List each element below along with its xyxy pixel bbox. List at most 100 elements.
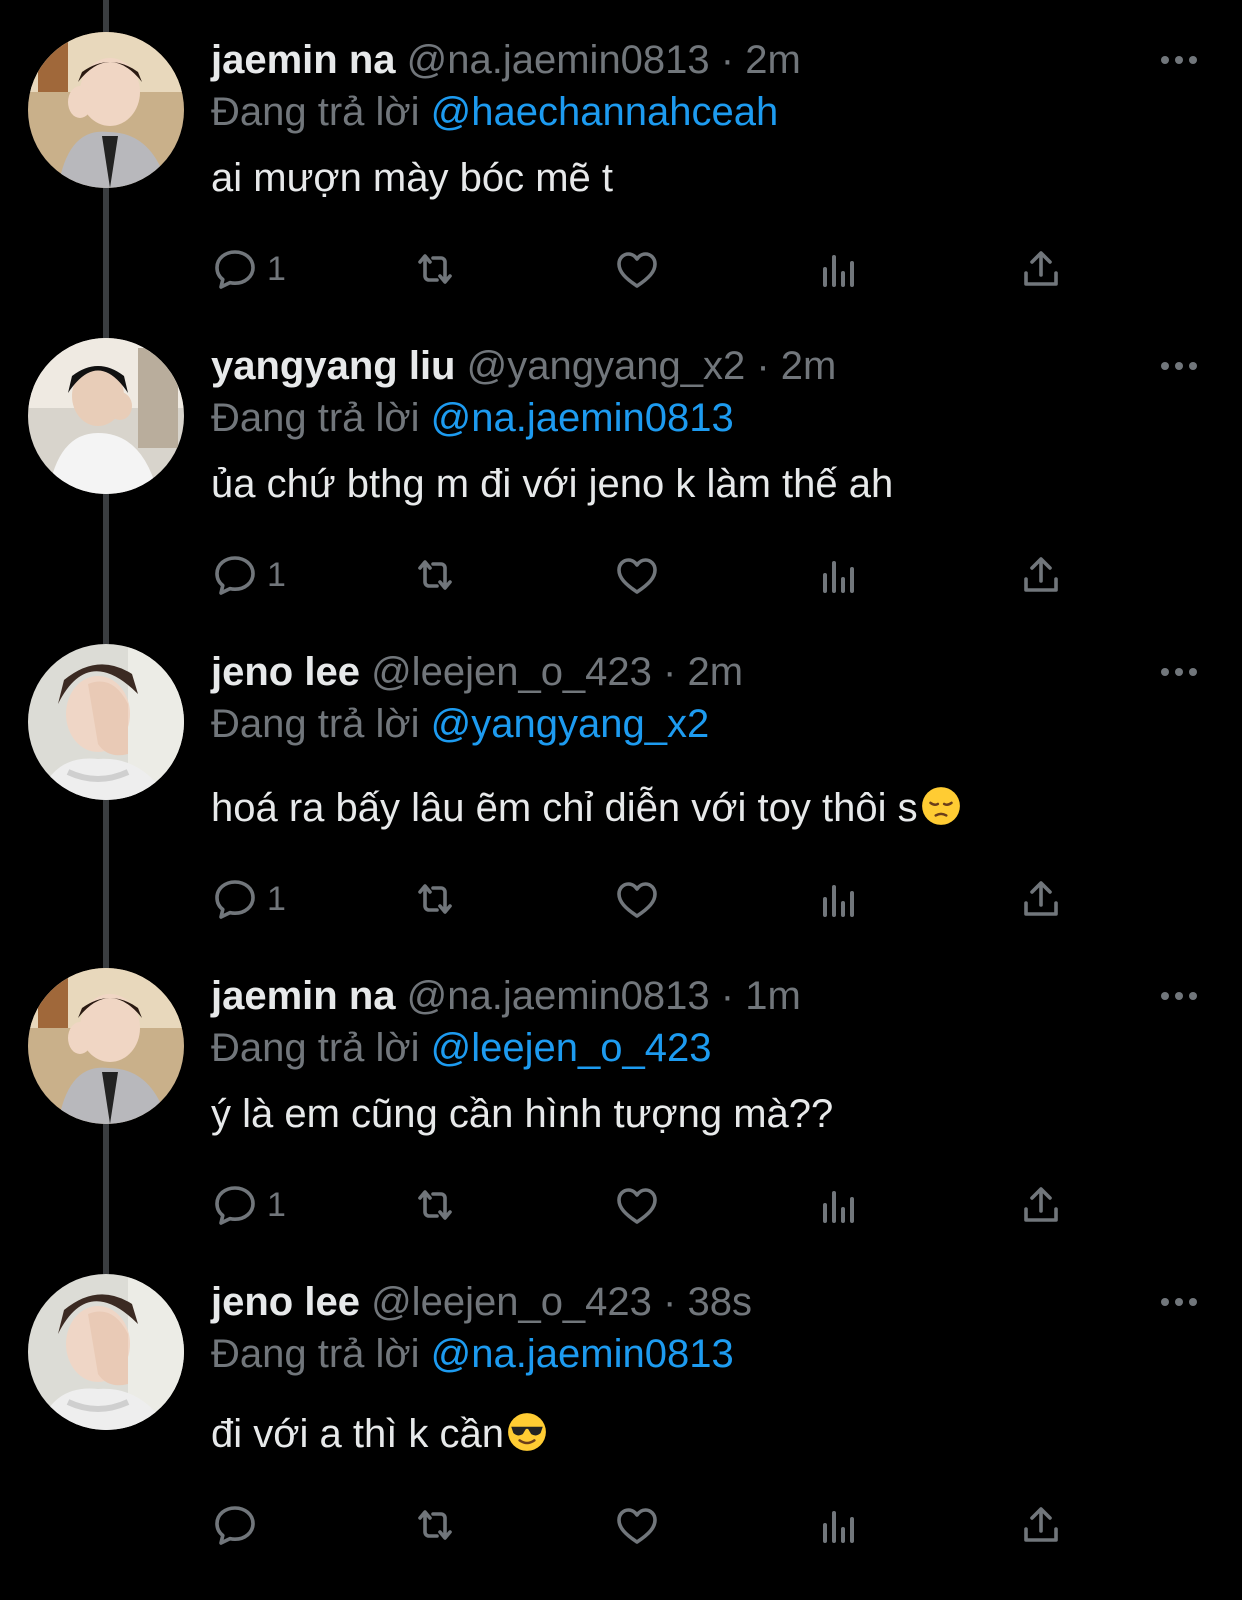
reply-count: 1 [267, 555, 286, 594]
tweet-header: jeno lee @leejen_o_423 · 2m [211, 648, 743, 696]
tweet[interactable]: jaemin na @na.jaemin0813 · 1m Đang trả l… [0, 936, 1242, 1236]
tweet-actions: 1 [211, 1180, 1111, 1230]
retweet-button[interactable] [411, 1500, 459, 1550]
reply-icon [215, 250, 255, 289]
sunglasses-face-icon [508, 1413, 546, 1451]
share-button[interactable] [1017, 1500, 1065, 1550]
separator-dot: · [663, 650, 677, 694]
tweet-actions: 1 [211, 550, 1111, 600]
tweet-text: hoá ra bấy lâu ẽm chỉ diễn với toy thôi … [211, 784, 962, 832]
views-button[interactable] [815, 550, 863, 600]
timestamp[interactable]: 2m [781, 344, 837, 388]
replying-to: Đang trả lời @haechannahceah [211, 88, 778, 136]
views-button[interactable] [815, 244, 863, 294]
separator-dot: · [663, 1280, 677, 1324]
like-icon [617, 1188, 657, 1224]
separator-dot: · [720, 974, 735, 1018]
reply-target-link[interactable]: @na.jaemin0813 [431, 1332, 734, 1376]
retweet-icon [418, 884, 452, 914]
reply-target-link[interactable]: @yangyang_x2 [431, 702, 710, 746]
more-icon[interactable] [1159, 1282, 1199, 1322]
tweet-text: ủa chứ bthg m đi với jeno k làm thế ah [211, 460, 893, 508]
retweet-icon [418, 1190, 452, 1220]
share-button[interactable] [1017, 550, 1065, 600]
tweet-text: ý là em cũng cần hình tượng mà?? [211, 1090, 833, 1138]
reply-prefix: Đang trả lời [211, 90, 420, 134]
display-name[interactable]: jaemin na [211, 38, 396, 82]
reply-button[interactable]: 1 [211, 550, 286, 600]
reply-button[interactable] [211, 1500, 267, 1550]
tweet-text: ai mượn mày bóc mẽ t [211, 154, 613, 202]
display-name[interactable]: jaemin na [211, 974, 396, 1018]
tweet-text-content: đi với a thì k cần [211, 1412, 505, 1456]
user-handle[interactable]: @leejen_o_423 [371, 1280, 652, 1324]
like-button[interactable] [613, 550, 661, 600]
views-button[interactable] [815, 1500, 863, 1550]
replying-to: Đang trả lời @na.jaemin0813 [211, 1330, 734, 1378]
avatar[interactable] [28, 968, 184, 1124]
tweet[interactable]: jaemin na @na.jaemin0813 · 2m Đang trả l… [0, 0, 1242, 300]
like-button[interactable] [613, 244, 661, 294]
like-button[interactable] [613, 1180, 661, 1230]
like-icon [617, 1508, 657, 1544]
avatar[interactable] [28, 32, 184, 188]
reply-icon [215, 556, 255, 595]
retweet-button[interactable] [411, 550, 459, 600]
reply-count: 1 [267, 1185, 286, 1224]
share-button[interactable] [1017, 874, 1065, 924]
reply-target-link[interactable]: @na.jaemin0813 [431, 396, 734, 440]
views-icon [823, 255, 854, 287]
reply-button[interactable]: 1 [211, 874, 286, 924]
reply-target-link[interactable]: @leejen_o_423 [431, 1026, 712, 1070]
avatar[interactable] [28, 1274, 184, 1430]
replying-to: Đang trả lời @na.jaemin0813 [211, 394, 734, 442]
more-icon[interactable] [1159, 652, 1199, 692]
views-button[interactable] [815, 1180, 863, 1230]
avatar-image [28, 32, 184, 188]
views-button[interactable] [815, 874, 863, 924]
retweet-icon [418, 1510, 452, 1540]
user-handle[interactable]: @na.jaemin0813 [407, 974, 710, 1018]
tweet-text-content: ý là em cũng cần hình tượng mà?? [211, 1092, 834, 1136]
timestamp[interactable]: 1m [745, 974, 801, 1018]
tweet-text: đi với a thì k cần [211, 1410, 548, 1458]
retweet-button[interactable] [411, 874, 459, 924]
timestamp[interactable]: 38s [688, 1280, 753, 1324]
more-icon[interactable] [1159, 346, 1199, 386]
share-icon [1024, 557, 1058, 592]
display-name[interactable]: jeno lee [211, 1280, 360, 1324]
more-icon[interactable] [1159, 40, 1199, 80]
like-icon [617, 252, 657, 288]
share-button[interactable] [1017, 1180, 1065, 1230]
like-button[interactable] [613, 874, 661, 924]
user-handle[interactable]: @leejen_o_423 [371, 650, 652, 694]
user-handle[interactable]: @na.jaemin0813 [407, 38, 710, 82]
retweet-icon [418, 254, 452, 284]
like-icon [617, 558, 657, 594]
retweet-button[interactable] [411, 244, 459, 294]
tweet[interactable]: jeno lee @leejen_o_423 · 2m Đang trả lời… [0, 612, 1242, 919]
tweet-header: jaemin na @na.jaemin0813 · 2m [211, 36, 801, 84]
avatar[interactable] [28, 644, 184, 800]
share-button[interactable] [1017, 244, 1065, 294]
avatar-image [28, 1274, 184, 1430]
tweet[interactable]: yangyang liu @yangyang_x2 · 2m Đang trả … [0, 306, 1242, 606]
display-name[interactable]: jeno lee [211, 650, 360, 694]
avatar[interactable] [28, 338, 184, 494]
avatar-image [28, 338, 184, 494]
display-name[interactable]: yangyang liu [211, 344, 456, 388]
timestamp[interactable]: 2m [745, 38, 801, 82]
like-button[interactable] [613, 1500, 661, 1550]
tweet-actions [211, 1500, 1111, 1550]
reply-button[interactable]: 1 [211, 1180, 286, 1230]
tweet[interactable]: jeno lee @leejen_o_423 · 38s Đang trả lờ… [0, 1242, 1242, 1545]
more-icon[interactable] [1159, 976, 1199, 1016]
tweet-actions: 1 [211, 874, 1111, 924]
retweet-button[interactable] [411, 1180, 459, 1230]
timestamp[interactable]: 2m [688, 650, 744, 694]
reply-button[interactable]: 1 [211, 244, 286, 294]
reply-count: 1 [267, 249, 286, 288]
reply-target-link[interactable]: @haechannahceah [431, 90, 779, 134]
pensive-face-icon [921, 787, 960, 825]
user-handle[interactable]: @yangyang_x2 [467, 344, 746, 388]
